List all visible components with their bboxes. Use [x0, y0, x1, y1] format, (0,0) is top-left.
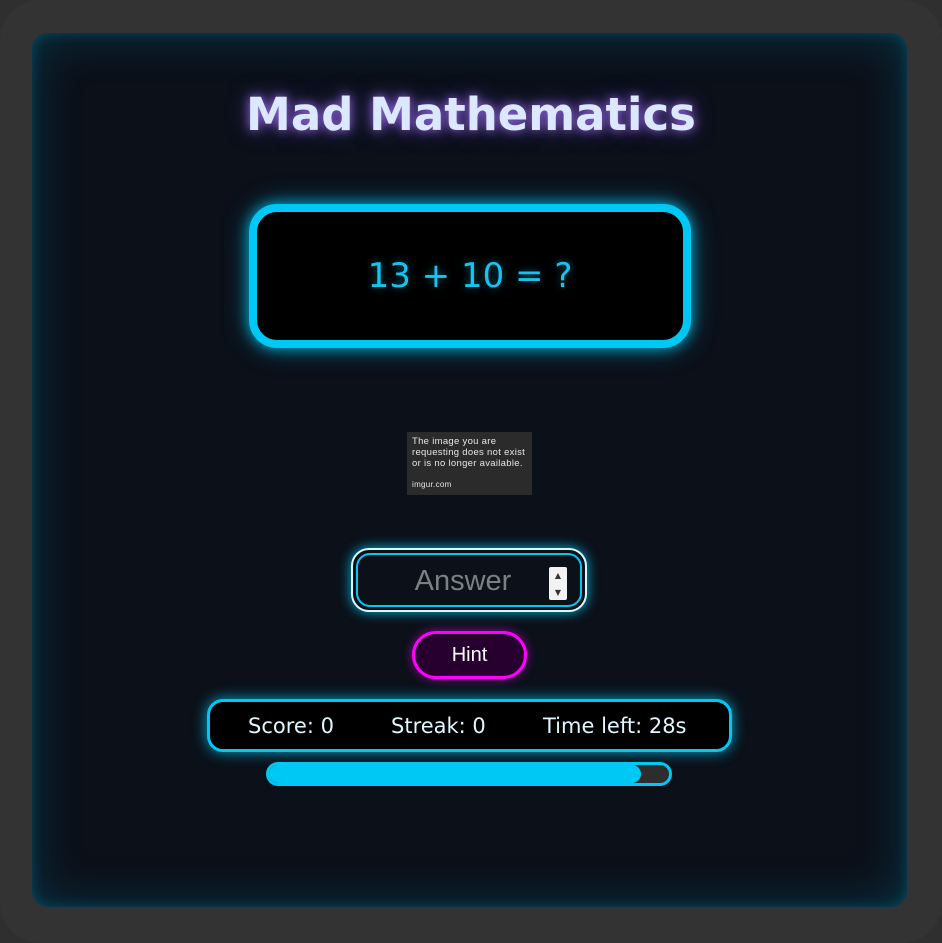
question-box: 13 + 10 = ? [249, 204, 691, 348]
broken-image-line-3: or is no longer available. [412, 458, 523, 469]
number-spinner[interactable]: ▲ ▼ [549, 567, 567, 600]
broken-image-line-2: requesting does not exist [412, 447, 526, 458]
timer-progress-bar [266, 762, 672, 786]
answer-field[interactable]: Answer ▲ ▼ [351, 548, 587, 612]
broken-image-placeholder: The image you are requesting does not ex… [407, 432, 532, 495]
score-label: Score: 0 [248, 714, 334, 738]
broken-image-site: imgur.com [412, 480, 452, 489]
stats-bar: Score: 0 Streak: 0 Time left: 28s [207, 699, 732, 752]
timer-progress-fill [269, 765, 641, 783]
spinner-down-icon[interactable]: ▼ [549, 584, 567, 600]
answer-placeholder: Answer [414, 565, 512, 597]
broken-image-line-1: The image you are [412, 436, 497, 447]
streak-label: Streak: 0 [391, 714, 486, 738]
spinner-up-icon[interactable]: ▲ [549, 567, 567, 583]
app-frame: Mad Mathematics 13 + 10 = ? The image yo… [0, 0, 942, 943]
game-title: Mad Mathematics [246, 88, 696, 141]
time-left-label: Time left: 28s [543, 714, 687, 738]
hint-button[interactable]: Hint [412, 631, 527, 679]
question-text: 13 + 10 = ? [367, 256, 573, 296]
answer-input[interactable]: Answer ▲ ▼ [356, 553, 582, 607]
